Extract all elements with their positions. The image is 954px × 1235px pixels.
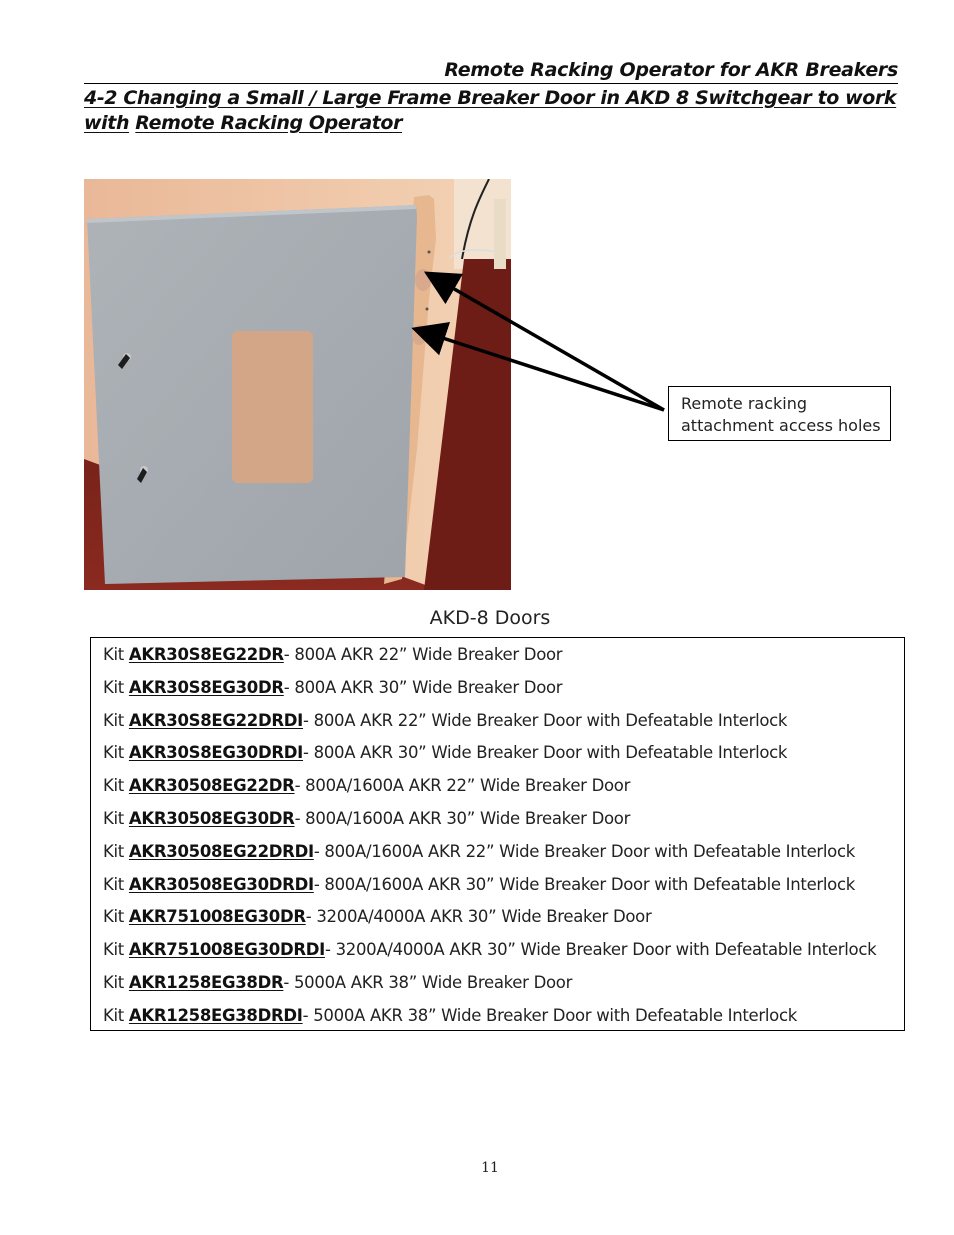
kit-code: AKR751008EG30DR [128, 907, 306, 927]
kit-code: AKR1258EG38DR [128, 972, 284, 992]
kit-description: - 800A/1600A AKR 22” Wide Breaker Door [294, 776, 631, 796]
breaker-door-photo [84, 179, 511, 590]
kit-code: AKR30S8EG30DR [128, 677, 284, 697]
kit-list: Kit AKR30S8EG22DR- 800A AKR 22” Wide Bre… [90, 637, 905, 1031]
kit-description: - 800A AKR 22” Wide Breaker Door [283, 645, 563, 664]
kit-row: Kit AKR30508EG30DR- 800A/1600A AKR 30” W… [91, 807, 904, 840]
kit-row: Kit AKR30S8EG22DRDI- 800A AKR 22” Wide B… [91, 709, 904, 742]
kit-table-caption: AKD-8 Doors [429, 607, 551, 629]
kit-row: Kit AKR1258EG38DRDI- 5000A AKR 38” Wide … [91, 1004, 904, 1037]
running-header-title: Remote Racking Operator for AKR Breakers [444, 59, 898, 81]
access-hole-lower [412, 325, 426, 345]
kit-description: - 800A/1600A AKR 22” Wide Breaker Door w… [313, 841, 856, 861]
screw-lower [425, 307, 429, 311]
kit-prefix: Kit [103, 710, 129, 730]
viewing-window [232, 331, 313, 483]
kit-prefix: Kit [103, 874, 129, 894]
breaker-door-illustration [84, 179, 511, 590]
kit-description: - 800A/1600A AKR 30” Wide Breaker Door [294, 808, 631, 828]
kit-row: Kit AKR1258EG38DR- 5000A AKR 38” Wide Br… [91, 971, 904, 1004]
kit-description: - 3200A/4000A AKR 30” Wide Breaker Door … [324, 940, 877, 960]
kit-code: AKR30508EG22DRDI [128, 841, 314, 861]
page-number: 11 [481, 1160, 499, 1176]
kit-prefix: Kit [103, 776, 129, 796]
kit-prefix: Kit [103, 1005, 129, 1025]
kit-code: AKR30508EG30DR [128, 808, 295, 828]
kit-description: - 800A AKR 30” Wide Breaker Door [283, 677, 563, 697]
kit-row: Kit AKR30508EG22DRDI- 800A/1600A AKR 22”… [91, 840, 904, 873]
kit-prefix: Kit [103, 677, 129, 697]
kit-code: AKR30S8EG22DR [128, 645, 284, 664]
kit-description: - 5000A AKR 38” Wide Breaker Door [283, 972, 573, 992]
kit-prefix: Kit [103, 972, 129, 992]
kit-prefix: Kit [103, 940, 129, 960]
kit-code: AKR30S8EG22DRDI [128, 710, 304, 730]
kit-prefix: Kit [103, 645, 129, 664]
callout-line-1: Remote racking [681, 394, 808, 413]
section-title: 4-2 Changing a Small / Large Frame Break… [84, 86, 898, 136]
table-leg [494, 199, 506, 269]
kit-description: - 3200A/4000A AKR 30” Wide Breaker Door [305, 907, 652, 927]
kit-description: - 800A/1600A AKR 30” Wide Breaker Door w… [313, 874, 856, 894]
kit-code: AKR751008EG30DRDI [128, 940, 325, 960]
kit-row: Kit AKR30S8EG30DR- 800A AKR 30” Wide Bre… [91, 676, 904, 709]
kit-row: Kit AKR751008EG30DRDI- 3200A/4000A AKR 3… [91, 938, 904, 971]
kit-prefix: Kit [103, 743, 129, 763]
kit-row: Kit AKR30S8EG22DR- 800A AKR 22” Wide Bre… [91, 643, 904, 676]
kit-code: AKR1258EG38DRDI [128, 1005, 303, 1025]
kit-row: Kit AKR30508EG22DR- 800A/1600A AKR 22” W… [91, 774, 904, 807]
callout-line-2: attachment access holes [681, 416, 881, 435]
kit-prefix: Kit [103, 841, 129, 861]
screw-upper [427, 250, 431, 254]
access-hole-upper [415, 269, 431, 291]
kit-description: - 800A AKR 30” Wide Breaker Door with De… [303, 743, 788, 763]
kit-prefix: Kit [103, 808, 129, 828]
kit-code: AKR30508EG22DR [128, 776, 295, 796]
kit-row: Kit AKR30508EG30DRDI- 800A/1600A AKR 30”… [91, 873, 904, 906]
running-header: Remote Racking Operator for AKR Breakers [84, 58, 898, 84]
kit-row: Kit AKR751008EG30DR- 3200A/4000A AKR 30”… [91, 905, 904, 938]
section-title-line-2: Remote Racking Operator [135, 112, 403, 134]
kit-description: - 5000A AKR 38” Wide Breaker Door with D… [302, 1005, 798, 1025]
kit-code: AKR30508EG30DRDI [128, 874, 314, 894]
kit-prefix: Kit [103, 907, 129, 927]
kit-code: AKR30S8EG30DRDI [128, 743, 304, 763]
callout-box: Remote racking attachment access holes [668, 386, 891, 441]
kit-row: Kit AKR30S8EG30DRDI- 800A AKR 30” Wide B… [91, 741, 904, 774]
kit-description: - 800A AKR 22” Wide Breaker Door with De… [303, 710, 788, 730]
